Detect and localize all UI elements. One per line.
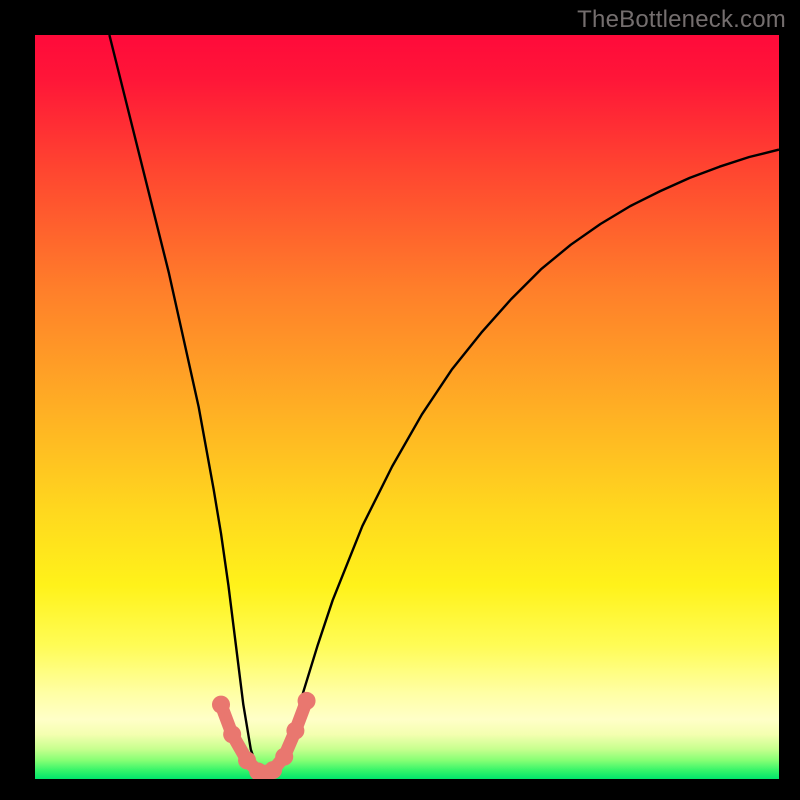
chart-frame: TheBottleneck.com: [0, 0, 800, 800]
watermark-text: TheBottleneck.com: [577, 6, 786, 34]
notch-markers: [212, 692, 316, 779]
plot-area: [35, 35, 779, 779]
bottleneck-curve: [109, 35, 779, 775]
notch-marker-dot: [275, 748, 293, 766]
notch-marker-dot: [223, 725, 241, 743]
notch-marker-dot: [298, 692, 316, 710]
notch-marker-dot: [286, 722, 304, 740]
notch-marker-dot: [212, 696, 230, 714]
curve-layer: [35, 35, 779, 779]
bottleneck-curve-path: [109, 35, 779, 775]
